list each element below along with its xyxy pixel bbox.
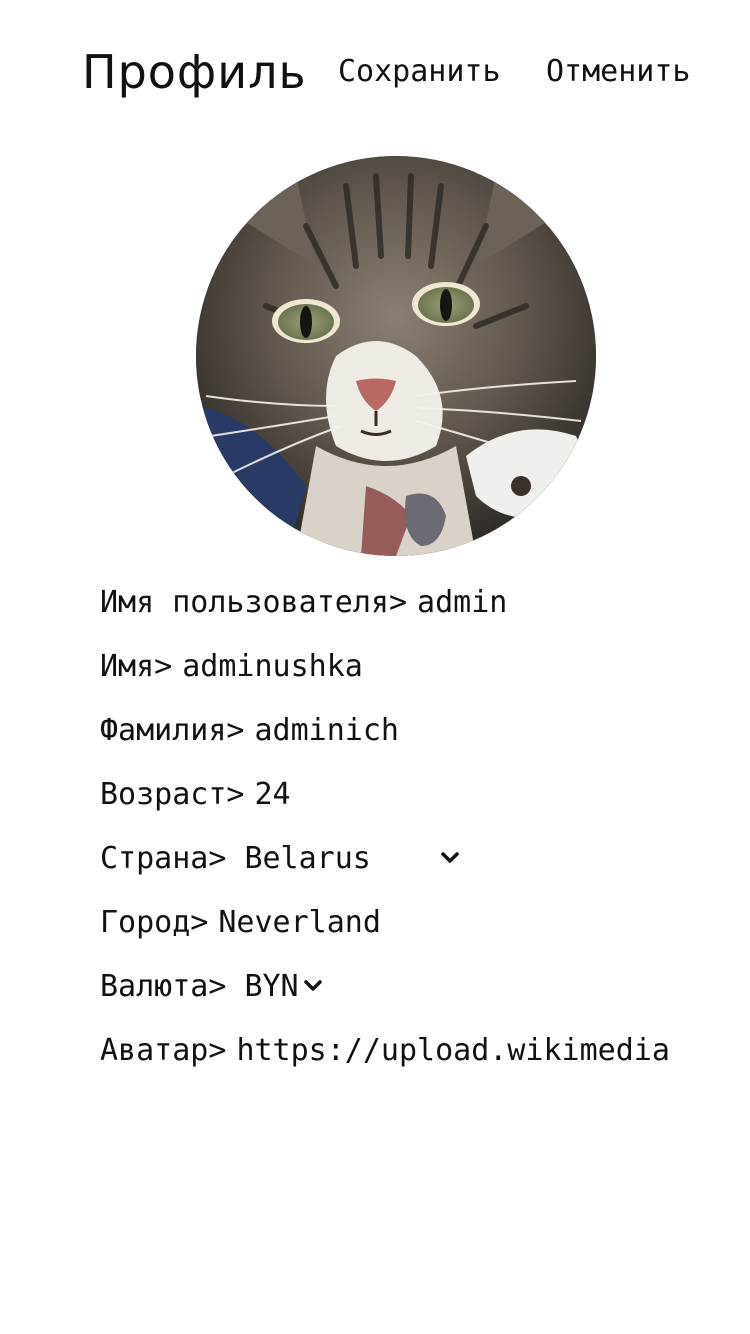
first-name-row: Имя> <box>100 634 692 698</box>
city-field[interactable] <box>218 902 692 942</box>
avatar <box>196 156 596 556</box>
currency-select[interactable]: BYN <box>244 969 324 1004</box>
last-name-field[interactable] <box>254 710 692 750</box>
cat-photo-icon <box>196 156 596 556</box>
currency-row: Валюта> BYN <box>100 954 692 1018</box>
avatar-url-row: Аватар> <box>100 1018 692 1082</box>
profile-form: Имя пользователя> Имя> Фамилия> Возраст>… <box>100 570 692 1082</box>
first-name-field[interactable] <box>182 646 692 686</box>
last-name-label: Фамилия> <box>100 712 245 748</box>
avatar-url-field[interactable] <box>236 1030 692 1070</box>
page-header: Профиль Сохранить Отменить <box>82 40 710 104</box>
country-selected-value: Belarus <box>244 840 371 876</box>
country-label: Страна> <box>100 840 227 876</box>
country-row: Страна> Belarus <box>100 826 692 890</box>
chevron-down-icon <box>303 980 322 991</box>
age-field[interactable] <box>254 774 692 814</box>
avatar-url-label: Аватар> <box>100 1032 227 1068</box>
age-row: Возраст> <box>100 762 692 826</box>
currency-selected-value: BYN <box>244 968 299 1004</box>
page-title: Профиль <box>82 45 307 99</box>
first-name-label: Имя> <box>100 648 173 684</box>
username-label: Имя пользователя> <box>100 584 408 620</box>
city-row: Город> <box>100 890 692 954</box>
age-label: Возраст> <box>100 776 245 812</box>
currency-label: Валюта> <box>100 968 227 1004</box>
country-select[interactable]: Belarus <box>244 841 462 876</box>
last-name-row: Фамилия> <box>100 698 692 762</box>
cancel-button[interactable]: Отменить <box>546 54 691 90</box>
username-row: Имя пользователя> <box>100 570 692 634</box>
username-field[interactable] <box>417 582 692 622</box>
chevron-down-icon <box>441 852 460 863</box>
city-label: Город> <box>100 904 209 940</box>
save-button[interactable]: Сохранить <box>338 54 501 90</box>
